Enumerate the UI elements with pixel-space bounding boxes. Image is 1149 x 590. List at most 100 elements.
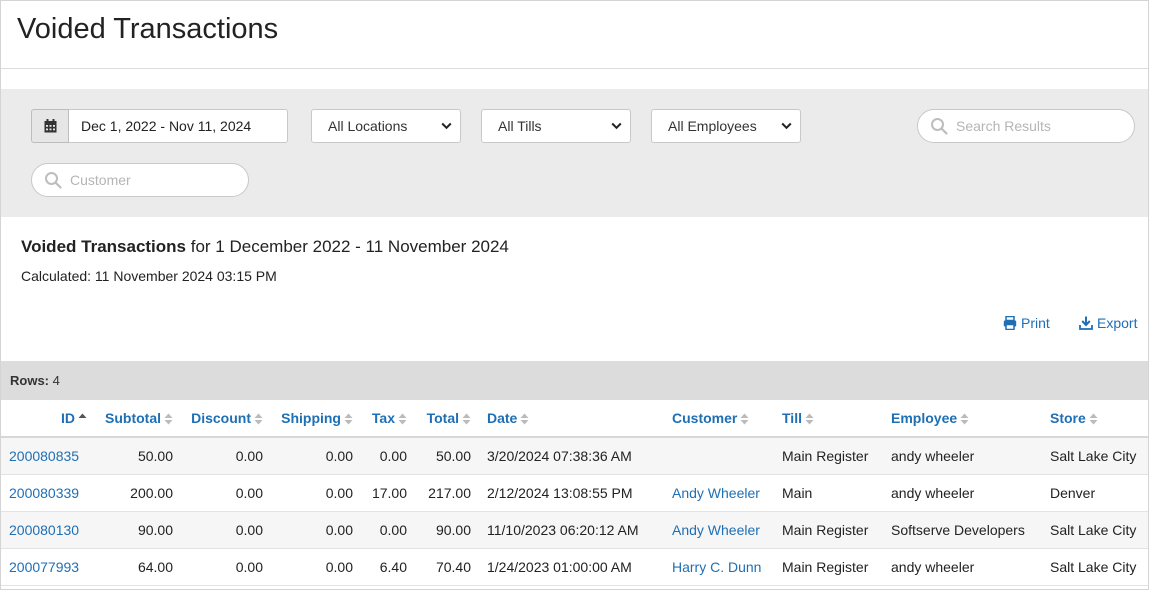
chevron-down-icon	[611, 122, 622, 130]
cell-shipping: 0.00	[271, 511, 361, 549]
column-header-till[interactable]: Till	[774, 400, 883, 438]
cell-tax: 0.00	[361, 437, 415, 475]
cell-date: 1/24/2023 01:00:00 AM	[479, 548, 664, 586]
download-icon	[1079, 316, 1093, 330]
cell-subtotal: 64.00	[95, 548, 181, 586]
sort-icon	[254, 413, 263, 425]
transaction-id-link[interactable]: 200080835	[1, 437, 95, 475]
chevron-down-icon	[781, 122, 792, 130]
location-select-value: All Locations	[328, 118, 408, 134]
cell-shipping: 0.00	[271, 437, 361, 475]
calendar-icon	[44, 119, 56, 133]
cell-tax: 0.00	[361, 511, 415, 549]
cell-shipping: 0.00	[271, 548, 361, 586]
table-row: 200077993 64.00 0.00 0.00 6.40 70.40 1/2…	[1, 548, 1148, 586]
export-label: Export	[1097, 315, 1138, 331]
employee-select[interactable]: All Employees	[651, 109, 801, 143]
transaction-id-link[interactable]: 200077993	[1, 548, 95, 586]
cell-subtotal: 200.00	[95, 474, 181, 512]
cell-date: 11/10/2023 06:20:12 AM	[479, 511, 664, 549]
cell-subtotal: 90.00	[95, 511, 181, 549]
cell-employee: andy wheeler	[883, 437, 1042, 475]
column-header-total[interactable]: Total	[415, 400, 479, 438]
search-results-input[interactable]	[956, 118, 1116, 134]
cell-total: 90.00	[415, 511, 479, 549]
cell-till: Main	[774, 474, 883, 512]
search-icon	[45, 172, 62, 189]
customer-field	[31, 163, 249, 197]
cell-till: Main Register	[774, 437, 883, 475]
table-row: 200080130 90.00 0.00 0.00 0.00 90.00 11/…	[1, 511, 1148, 549]
sort-icon	[740, 413, 749, 425]
chevron-down-icon	[441, 122, 452, 130]
date-range-input[interactable]	[69, 109, 288, 143]
sort-icon	[805, 413, 814, 425]
till-select[interactable]: All Tills	[481, 109, 631, 143]
sort-icon	[398, 413, 407, 425]
cell-discount: 0.00	[181, 511, 271, 549]
cell-employee: andy wheeler	[883, 548, 1042, 586]
calendar-button[interactable]	[31, 109, 69, 143]
column-header-subtotal[interactable]: Subtotal	[95, 400, 181, 438]
cell-discount: 0.00	[181, 548, 271, 586]
print-button[interactable]: Print	[1003, 315, 1050, 331]
column-header-shipping[interactable]: Shipping	[271, 400, 361, 438]
table-row: 200080835 50.00 0.00 0.00 0.00 50.00 3/2…	[1, 437, 1148, 475]
column-header-tax[interactable]: Tax	[361, 400, 415, 438]
cell-store: Salt Lake City	[1042, 437, 1148, 475]
cell-discount: 0.00	[181, 437, 271, 475]
table-header-row: ID Subtotal Discount Shipping Tax Total …	[1, 400, 1148, 438]
column-header-date[interactable]: Date	[479, 400, 664, 438]
customer-input[interactable]	[70, 172, 230, 188]
cell-store: Denver	[1042, 474, 1148, 512]
title-divider	[1, 68, 1148, 69]
print-label: Print	[1021, 315, 1050, 331]
column-header-id[interactable]: ID	[1, 400, 95, 438]
cell-employee: Softserve Developers	[883, 511, 1042, 549]
cell-total: 217.00	[415, 474, 479, 512]
customer-link[interactable]: Andy Wheeler	[664, 474, 774, 512]
transaction-id-link[interactable]: 200080339	[1, 474, 95, 512]
search-results-field	[917, 109, 1135, 143]
filter-bar: All Locations All Tills All Employees	[1, 89, 1148, 217]
rows-label: Rows:	[10, 373, 49, 388]
table-row: 200080339 200.00 0.00 0.00 17.00 217.00 …	[1, 474, 1148, 512]
column-header-store[interactable]: Store	[1042, 400, 1148, 438]
report-title: Voided Transactions for 1 December 2022 …	[21, 237, 509, 257]
sort-icon	[164, 413, 173, 425]
cell-till: Main Register	[774, 548, 883, 586]
customer-link[interactable]: Andy Wheeler	[664, 511, 774, 549]
cell-subtotal: 50.00	[95, 437, 181, 475]
cell-tax: 6.40	[361, 548, 415, 586]
export-button[interactable]: Export	[1079, 315, 1137, 331]
customer-link[interactable]: Harry C. Dunn	[664, 548, 774, 586]
cell-shipping: 0.00	[271, 474, 361, 512]
cell-date: 2/12/2024 13:08:55 PM	[479, 474, 664, 512]
cell-total: 70.40	[415, 548, 479, 586]
employee-select-value: All Employees	[668, 118, 757, 134]
column-header-employee[interactable]: Employee	[883, 400, 1042, 438]
report-title-name: Voided Transactions	[21, 237, 187, 256]
sort-icon	[462, 413, 471, 425]
page-title: Voided Transactions	[17, 13, 279, 45]
print-icon	[1003, 316, 1017, 330]
location-select[interactable]: All Locations	[311, 109, 461, 143]
column-header-discount[interactable]: Discount	[181, 400, 271, 438]
rows-count-bar: Rows: 4	[1, 361, 1148, 400]
transaction-id-link[interactable]: 200080130	[1, 511, 95, 549]
sort-icon	[520, 413, 529, 425]
cell-discount: 0.00	[181, 474, 271, 512]
sort-icon	[960, 413, 969, 425]
search-icon	[931, 118, 948, 135]
sort-icon	[1089, 413, 1098, 425]
sort-ascending-icon	[78, 413, 87, 419]
column-header-customer[interactable]: Customer	[664, 400, 774, 438]
sort-icon	[344, 413, 353, 425]
calculated-timestamp: Calculated: 11 November 2024 03:15 PM	[21, 268, 277, 284]
customer-link[interactable]	[664, 437, 774, 475]
cell-total: 50.00	[415, 437, 479, 475]
transactions-table: ID Subtotal Discount Shipping Tax Total …	[1, 400, 1148, 586]
report-title-range: for 1 December 2022 - 11 November 2024	[190, 237, 509, 256]
page-frame: Voided Transactions All Locations	[0, 0, 1149, 590]
cell-store: Salt Lake City	[1042, 511, 1148, 549]
